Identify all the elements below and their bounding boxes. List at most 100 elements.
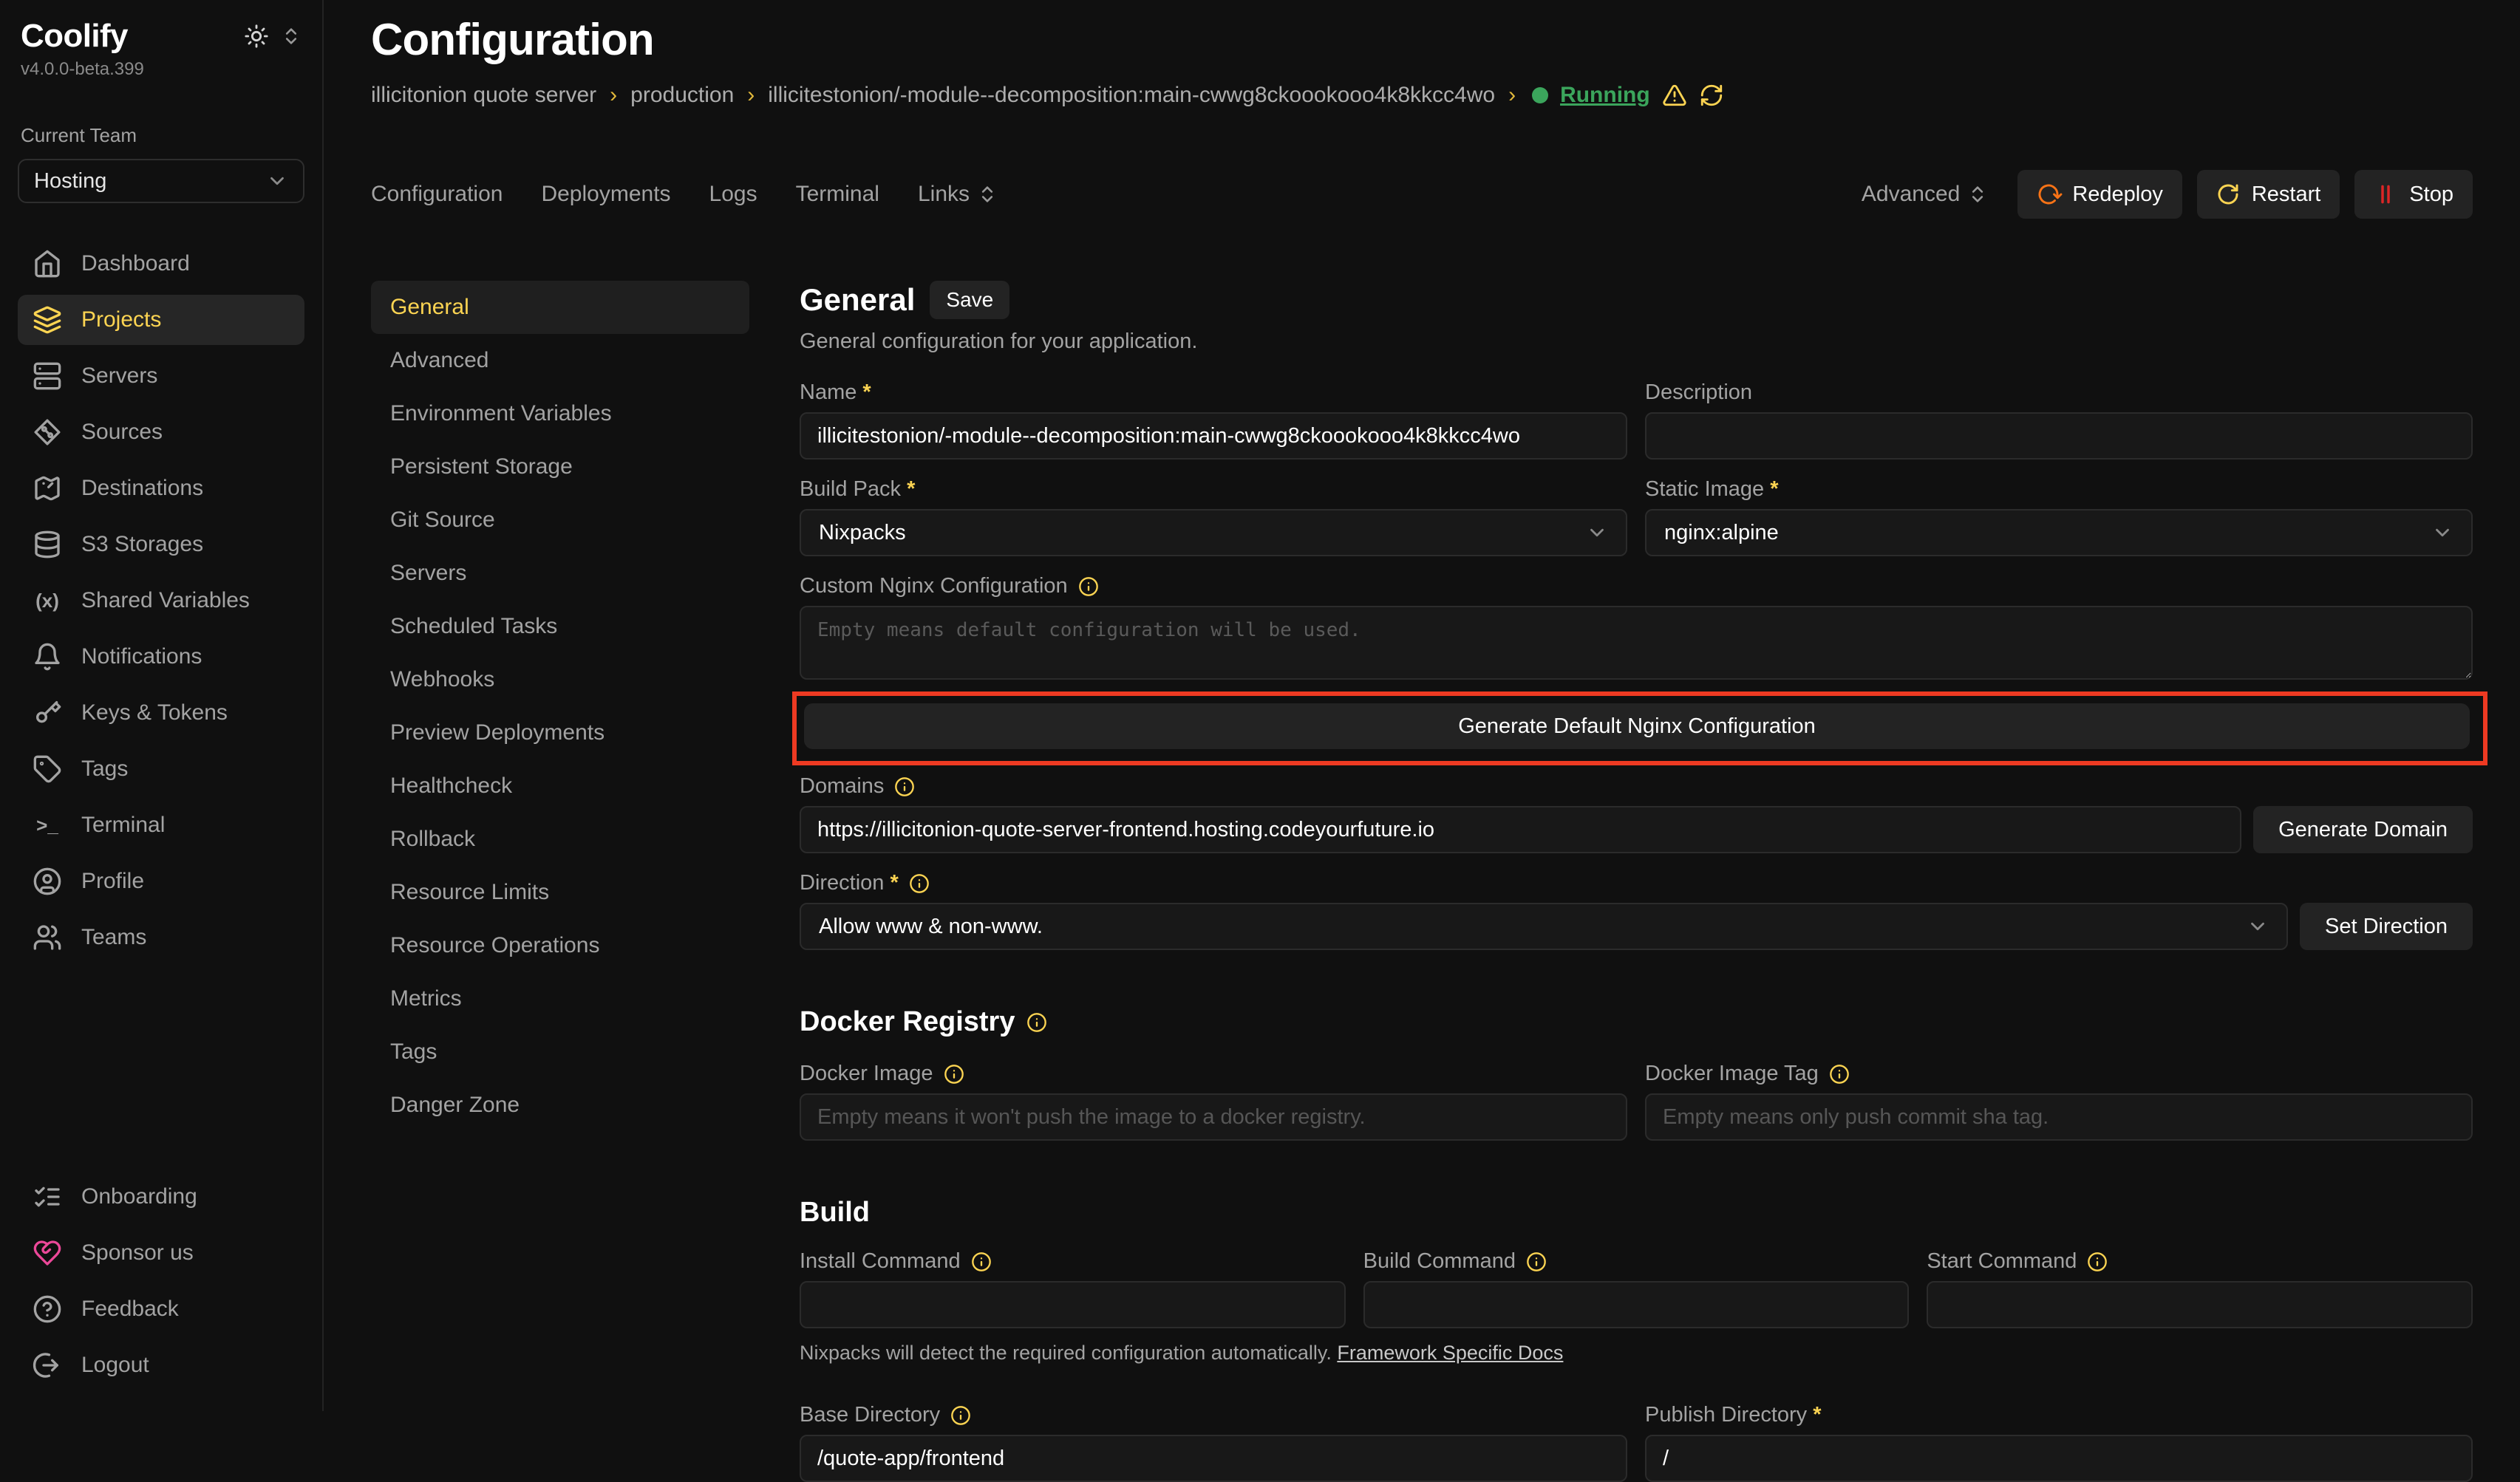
build-command-input[interactable]: [1363, 1281, 1910, 1328]
logo-row: Coolify: [18, 15, 304, 55]
breadcrumb-application[interactable]: illicitestonion/-module--decomposition:m…: [768, 83, 1495, 108]
sidebar-item-label: Terminal: [81, 813, 165, 838]
sidebar-item-label: Teams: [81, 925, 146, 950]
build-pack-select[interactable]: Nixpacks: [800, 509, 1627, 556]
sidebar-item-feedback[interactable]: Feedback: [18, 1284, 304, 1334]
sidebar-item-label: Feedback: [81, 1297, 179, 1322]
name-input[interactable]: [800, 412, 1627, 460]
domains-input[interactable]: [800, 806, 2241, 853]
general-subtitle: General configuration for your applicati…: [800, 329, 2473, 354]
tab-links[interactable]: Links: [918, 182, 998, 207]
save-button[interactable]: Save: [930, 281, 1009, 319]
install-command-input[interactable]: [800, 1281, 1346, 1328]
map-icon: [33, 474, 62, 503]
build-pack-value: Nixpacks: [819, 521, 906, 545]
nginx-config-textarea[interactable]: [800, 606, 2473, 680]
restart-button[interactable]: Restart: [2197, 170, 2340, 219]
docker-image-tag-label: Docker Image Tag: [1645, 1062, 2473, 1086]
status-running-link[interactable]: Running: [1560, 83, 1650, 108]
redeploy-button[interactable]: Redeploy: [2017, 170, 2182, 219]
layers-icon: [33, 305, 62, 335]
subnav-environment-variables[interactable]: Environment Variables: [371, 387, 749, 440]
direction-select[interactable]: Allow www & non-www.: [800, 903, 2288, 950]
sidebar-item-profile[interactable]: Profile: [18, 856, 304, 906]
build-heading: Build: [800, 1197, 2473, 1229]
database-icon: [33, 530, 62, 559]
advanced-label: Advanced: [1862, 182, 1960, 207]
subnav-healthcheck[interactable]: Healthcheck: [371, 759, 749, 813]
set-direction-button[interactable]: Set Direction: [2300, 903, 2473, 950]
sidebar-item-sources[interactable]: Sources: [18, 407, 304, 457]
stop-button[interactable]: Stop: [2354, 170, 2473, 219]
sidebar-item-destinations[interactable]: Destinations: [18, 463, 304, 513]
sidebar-item-label: Dashboard: [81, 251, 190, 276]
tab-deployments[interactable]: Deployments: [541, 182, 670, 207]
subnav-resource-operations[interactable]: Resource Operations: [371, 919, 749, 972]
info-icon: [2087, 1251, 2108, 1272]
tab-configuration[interactable]: Configuration: [371, 182, 503, 207]
general-heading: General: [800, 282, 915, 318]
subnav-servers[interactable]: Servers: [371, 547, 749, 600]
chevron-down-icon: [2247, 915, 2269, 938]
breadcrumb-environment[interactable]: production: [630, 83, 734, 108]
sidebar-footer: Onboarding Sponsor us Feedback Logout: [18, 1172, 304, 1393]
docker-image-input[interactable]: [800, 1093, 1627, 1141]
sidebar-item-s3-storages[interactable]: S3 Storages: [18, 519, 304, 570]
sidebar-item-keys-tokens[interactable]: Keys & Tokens: [18, 688, 304, 738]
subnav-advanced[interactable]: Advanced: [371, 334, 749, 387]
start-command-input[interactable]: [1927, 1281, 2473, 1328]
sidebar-item-terminal[interactable]: >_ Terminal: [18, 800, 304, 850]
subnav-tags[interactable]: Tags: [371, 1025, 749, 1079]
tab-terminal[interactable]: Terminal: [796, 182, 879, 207]
bell-icon: [33, 642, 62, 672]
static-image-select[interactable]: nginx:alpine: [1645, 509, 2473, 556]
app-logo: Coolify: [21, 18, 128, 55]
chevrons-up-down-icon[interactable]: [281, 26, 302, 47]
direction-label: Direction: [800, 871, 2473, 895]
subnav-scheduled-tasks[interactable]: Scheduled Tasks: [371, 600, 749, 653]
subnav-persistent-storage[interactable]: Persistent Storage: [371, 440, 749, 494]
breadcrumb-project[interactable]: illicitonion quote server: [371, 83, 596, 108]
generate-nginx-config-button[interactable]: Generate Default Nginx Configuration: [804, 703, 2470, 749]
subnav-resource-limits[interactable]: Resource Limits: [371, 866, 749, 919]
sidebar-item-logout[interactable]: Logout: [18, 1340, 304, 1390]
refresh-icon[interactable]: [1699, 83, 1724, 108]
start-command-label: Start Command: [1927, 1249, 2473, 1274]
sidebar-item-dashboard[interactable]: Dashboard: [18, 239, 304, 289]
info-icon: [909, 873, 930, 894]
sidebar-item-label: Keys & Tokens: [81, 700, 228, 725]
docker-image-tag-input[interactable]: [1645, 1093, 2473, 1141]
theme-sun-icon[interactable]: [244, 24, 269, 49]
subnav-git-source[interactable]: Git Source: [371, 494, 749, 547]
advanced-dropdown[interactable]: Advanced: [1862, 182, 1988, 207]
sidebar-item-onboarding[interactable]: Onboarding: [18, 1172, 304, 1222]
sidebar-item-projects[interactable]: Projects: [18, 295, 304, 345]
subnav-preview-deployments[interactable]: Preview Deployments: [371, 706, 749, 759]
framework-docs-link[interactable]: Framework Specific Docs: [1337, 1342, 1563, 1364]
sidebar-item-teams[interactable]: Teams: [18, 912, 304, 963]
nixpacks-note: Nixpacks will detect the required config…: [800, 1342, 2473, 1365]
info-icon: [1026, 1012, 1047, 1033]
sidebar-item-notifications[interactable]: Notifications: [18, 632, 304, 682]
sidebar-item-servers[interactable]: Servers: [18, 351, 304, 401]
tab-logs[interactable]: Logs: [709, 182, 757, 207]
direction-value: Allow www & non-www.: [819, 915, 1043, 939]
tabs: Configuration Deployments Logs Terminal …: [371, 182, 998, 207]
build-command-label: Build Command: [1363, 1249, 1910, 1274]
subnav-metrics[interactable]: Metrics: [371, 972, 749, 1025]
base-directory-input[interactable]: [800, 1435, 1627, 1482]
subnav-webhooks[interactable]: Webhooks: [371, 653, 749, 706]
generate-domain-button[interactable]: Generate Domain: [2253, 806, 2473, 853]
subnav-danger-zone[interactable]: Danger Zone: [371, 1079, 749, 1132]
sidebar-item-sponsor[interactable]: Sponsor us: [18, 1228, 304, 1278]
description-label: Description: [1645, 380, 2473, 405]
subnav-rollback[interactable]: Rollback: [371, 813, 749, 866]
sidebar-item-shared-variables[interactable]: (x) Shared Variables: [18, 576, 304, 626]
chevron-down-icon: [266, 170, 288, 192]
description-input[interactable]: [1645, 412, 2473, 460]
warning-triangle-icon[interactable]: [1662, 83, 1687, 108]
publish-directory-input[interactable]: [1645, 1435, 2473, 1482]
subnav-general[interactable]: General: [371, 281, 749, 334]
sidebar-item-tags[interactable]: Tags: [18, 744, 304, 794]
team-select[interactable]: Hosting: [18, 159, 304, 203]
